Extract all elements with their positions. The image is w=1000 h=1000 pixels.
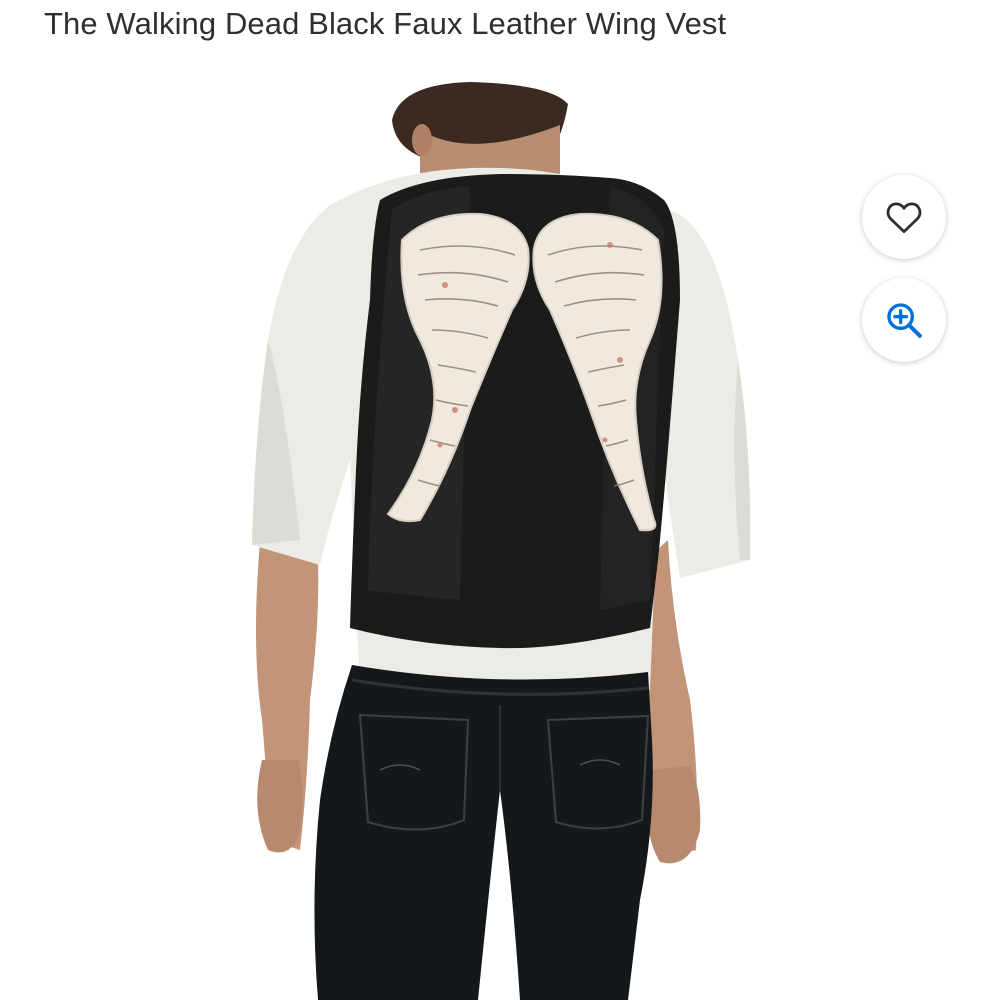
product-title: The Walking Dead Black Faux Leather Wing…: [44, 6, 727, 41]
heart-icon: [886, 202, 922, 234]
zoom-in-icon: [887, 303, 922, 338]
zoom-in-button[interactable]: [862, 278, 946, 362]
product-image: [252, 82, 751, 1000]
favorite-button[interactable]: [862, 175, 946, 259]
